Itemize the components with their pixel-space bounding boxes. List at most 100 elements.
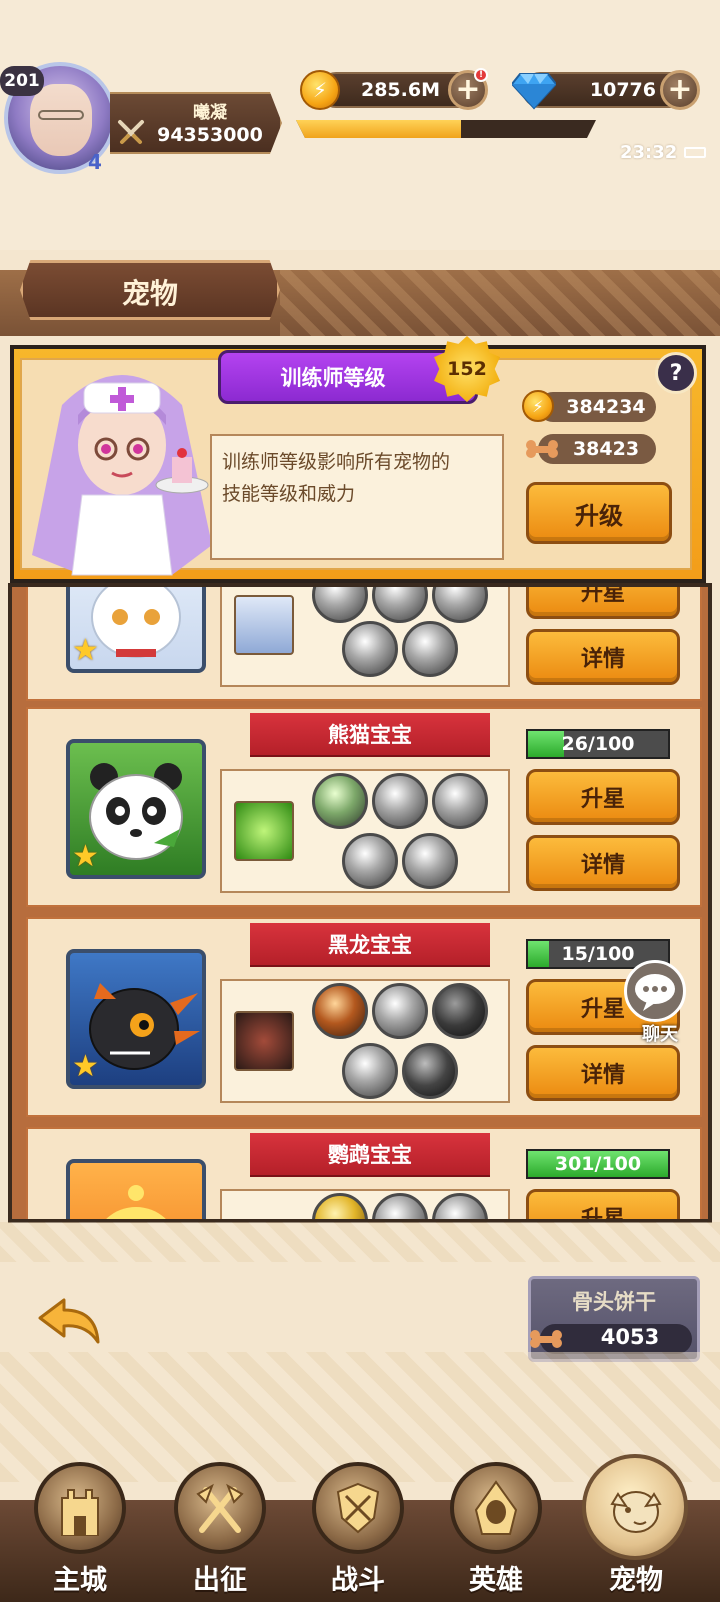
help-button[interactable]: ? [655, 352, 697, 394]
gold-notification-dot: ! [474, 68, 488, 82]
pet-progress-bar: 26/100 [526, 729, 670, 759]
battery-icon [684, 147, 706, 158]
pet-progress-bar: 301/100 [526, 1149, 670, 1179]
trainer-description-line: 技能等级和威力 [222, 483, 356, 505]
star-up-button[interactable]: 升星 [526, 1189, 680, 1219]
gold-coin-icon: ⚡ [300, 70, 340, 110]
details-button[interactable]: 详情 [526, 629, 680, 685]
nav-label: 英雄 [469, 1565, 523, 1596]
skill-orb-icon[interactable] [342, 1043, 398, 1099]
nav-label: 战斗 [331, 1565, 385, 1596]
bone-biscuit-title: 骨头饼干 [572, 1290, 656, 1314]
skill-orb-icon[interactable] [432, 587, 488, 623]
diamond-icon [512, 73, 556, 110]
gem-amount: 10776 [589, 79, 656, 101]
skill-orb-icon[interactable] [372, 1193, 428, 1219]
bone-icon [526, 440, 558, 458]
pet-name-ribbon: 鹦鹉宝宝 [250, 1133, 490, 1175]
star-up-button[interactable]: 升星 [526, 587, 680, 619]
skill-orb-icon[interactable] [402, 1043, 458, 1099]
battle-shield-icon [336, 1482, 380, 1534]
bone-biscuit-count: 4053 [600, 1325, 660, 1349]
pet-progress-text: 301/100 [554, 1153, 642, 1175]
nav-heroes[interactable]: 英雄 [436, 1462, 556, 1602]
add-gems-button[interactable]: + [660, 70, 700, 110]
star-icon: ★ [72, 633, 99, 668]
chat-bubble-icon [635, 974, 675, 1011]
skill-orb-icon[interactable] [372, 773, 428, 829]
chat-button[interactable] [624, 960, 686, 1022]
skill-orb-icon[interactable] [312, 587, 368, 623]
pet-portrait[interactable] [66, 1159, 206, 1219]
chat-label: 聊天 [642, 1024, 678, 1045]
skill-orb-icon[interactable] [372, 983, 428, 1039]
exp-bar-fill [296, 120, 461, 138]
back-arrow-icon[interactable] [34, 1296, 104, 1350]
pet-portrait[interactable]: ★ [66, 739, 206, 879]
gold-cost-pill: 384234 [538, 392, 656, 422]
exp-bar [296, 120, 596, 138]
details-button[interactable]: 详情 [526, 1045, 680, 1101]
pet-name-ribbon: 黑龙宝宝 [250, 923, 490, 965]
pet-row: ★ 熊猫宝宝 26/100 升星 详情 [26, 707, 702, 907]
nav-main-city[interactable]: 主城 [20, 1462, 140, 1602]
status-clock: 23:32 [620, 142, 678, 163]
avatar-glasses [38, 110, 84, 120]
skill-orb-icon[interactable] [402, 833, 458, 889]
main-skill-icon[interactable] [234, 801, 294, 861]
crossed-axes-icon [196, 1483, 244, 1533]
decor-pattern [0, 1222, 720, 1262]
vip-level: 4 [88, 150, 102, 174]
details-button[interactable]: 详情 [526, 835, 680, 891]
trainer-description: 训练师等级影响所有宠物的 技能等级和威力 [210, 434, 504, 560]
pet-progress-text: 26/100 [561, 733, 635, 755]
pet-list[interactable]: ★ 升星 详情 ★ 熊猫宝宝 26/100 升星 详情 ★ 黑龙宝宝 15/10… [8, 583, 712, 1223]
parrot-pet-icon [106, 1185, 166, 1219]
pet-row: ★ 黑龙宝宝 15/100 升星 详情 [26, 917, 702, 1117]
bone-icon [530, 1330, 562, 1348]
main-skill-icon[interactable] [234, 595, 294, 655]
title-band-pattern [280, 270, 720, 336]
gold-cost: 384234 [566, 396, 646, 418]
player-power: 94353000 [157, 124, 263, 146]
skill-orb-icon[interactable] [372, 587, 428, 623]
player-name: 曦凝 [193, 103, 227, 123]
star-icon: ★ [72, 839, 99, 874]
player-level-badge: 201 [0, 66, 44, 96]
skill-orb-icon[interactable] [402, 621, 458, 677]
skill-box [220, 587, 510, 687]
nav-pets[interactable]: 宠物 [576, 1454, 696, 1602]
pet-name-ribbon: 熊猫宝宝 [250, 713, 490, 755]
nav-label: 宠物 [609, 1565, 663, 1596]
hooded-hero-icon [474, 1480, 518, 1535]
pet-portrait[interactable]: ★ [66, 587, 206, 673]
nav-battle[interactable]: 战斗 [298, 1462, 418, 1602]
pet-dragon-icon [610, 1491, 662, 1533]
trainer-description-line: 训练师等级影响所有宠物的 [222, 451, 451, 473]
main-skill-icon[interactable] [234, 1011, 294, 1071]
skill-orb-icon[interactable] [432, 1193, 488, 1219]
pet-row: ★ 升星 详情 [26, 587, 702, 701]
skill-orb-icon[interactable] [312, 983, 368, 1039]
skill-box [220, 769, 510, 893]
skill-orb-icon[interactable] [432, 773, 488, 829]
skill-orb-icon[interactable] [312, 773, 368, 829]
trainer-upgrade-button[interactable]: 升级 [526, 482, 672, 544]
nurse-trainer-portrait [32, 375, 212, 576]
star-icon: ★ [72, 1049, 99, 1084]
gold-coin-icon: ⚡ [522, 390, 554, 422]
skill-orb-icon[interactable] [342, 621, 398, 677]
skill-orb-icon[interactable] [312, 1193, 368, 1219]
page-title: 宠物 [121, 277, 178, 310]
skill-orb-icon[interactable] [342, 833, 398, 889]
pet-row: 鹦鹉宝宝 301/100 升星 [26, 1127, 702, 1219]
castle-icon [61, 1489, 99, 1536]
star-up-button[interactable]: 升星 [526, 769, 680, 825]
avatar-face [30, 84, 92, 156]
pet-portrait[interactable]: ★ [66, 949, 206, 1089]
skill-orb-icon[interactable] [432, 983, 488, 1039]
gold-amount: 285.6M [360, 79, 440, 101]
crossed-swords-icon [118, 120, 144, 144]
skill-box [220, 1189, 510, 1219]
nav-expedition[interactable]: 出征 [160, 1462, 280, 1602]
